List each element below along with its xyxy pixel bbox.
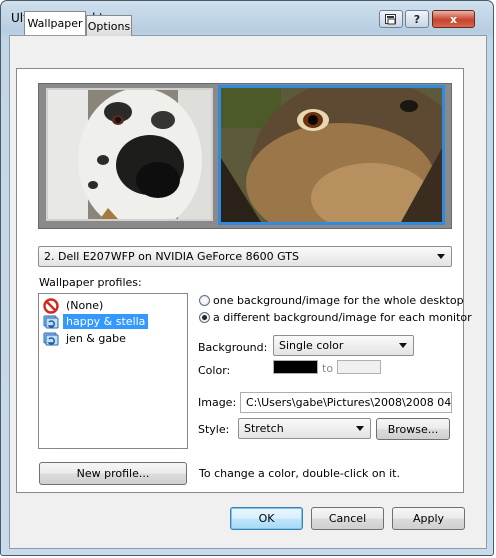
wallpaper-profile-icon xyxy=(43,314,59,330)
list-item-label: jen & gabe xyxy=(66,332,126,345)
radio-each-monitor-label[interactable]: a different background/image for each mo… xyxy=(213,311,472,324)
none-icon xyxy=(43,297,59,314)
tab-wallpaper[interactable]: Wallpaper xyxy=(24,11,86,35)
list-item-label: happy & stella xyxy=(63,314,149,329)
style-select-value: Stretch xyxy=(244,422,284,435)
tab-options[interactable]: Options xyxy=(86,15,132,36)
close-icon: x xyxy=(449,12,458,26)
cancel-button[interactable]: Cancel xyxy=(311,507,384,530)
radio-whole-desktop-label[interactable]: one background/image for the whole deskt… xyxy=(213,294,464,307)
wallpaper-profiles-list[interactable]: (None) happy & stella jen & gabe xyxy=(38,293,188,449)
radio-whole-desktop[interactable] xyxy=(199,295,210,306)
dalmatian-wallpaper-image xyxy=(48,90,211,219)
chevron-down-icon xyxy=(399,343,407,348)
wallpaper-profile-icon xyxy=(43,331,59,347)
color-hint-text: To change a color, double-click on it. xyxy=(199,467,400,480)
radio-each-monitor[interactable] xyxy=(199,312,210,323)
chevron-down-icon xyxy=(437,254,445,259)
browse-button[interactable]: Browse... xyxy=(376,418,450,440)
new-profile-button-label: New profile... xyxy=(76,467,150,480)
style-label: Style: xyxy=(198,423,230,436)
browse-button-label: Browse... xyxy=(387,422,439,436)
background-label: Background: xyxy=(198,341,268,354)
image-path-value: C:\Users\gabe\Pictures\2008\2008 04 12 y xyxy=(246,396,452,409)
list-item-label: (None) xyxy=(66,299,104,312)
color-to-label: to xyxy=(322,362,334,375)
dog-wallpaper-image xyxy=(221,88,442,222)
monitor-select[interactable]: 2. Dell E207WFP on NVIDIA GeForce 8600 G… xyxy=(38,246,452,267)
system-menu-icon[interactable] xyxy=(379,10,403,28)
list-item[interactable]: jen & gabe xyxy=(43,330,129,347)
apply-button-label: Apply xyxy=(412,512,445,525)
cancel-button-label: Cancel xyxy=(328,512,367,525)
monitor-select-value: 2. Dell E207WFP on NVIDIA GeForce 8600 G… xyxy=(44,250,299,263)
ok-button-label: OK xyxy=(258,512,275,525)
image-path-input[interactable]: C:\Users\gabe\Pictures\2008\2008 04 12 y xyxy=(240,392,452,413)
close-button[interactable]: x xyxy=(432,10,475,28)
list-item[interactable]: happy & stella xyxy=(43,313,149,330)
color-label: Color: xyxy=(198,364,231,377)
tab-options-label: Options xyxy=(87,19,131,33)
help-button[interactable]: ? xyxy=(405,10,429,28)
monitor-1-preview[interactable] xyxy=(46,88,213,221)
color-from-swatch[interactable] xyxy=(273,360,318,374)
image-label: Image: xyxy=(198,396,237,409)
wallpaper-profiles-label: Wallpaper profiles: xyxy=(39,276,142,289)
tab-wallpaper-label: Wallpaper xyxy=(27,17,83,30)
list-item[interactable]: (None) xyxy=(43,297,106,314)
new-profile-button[interactable]: New profile... xyxy=(39,462,187,485)
background-select[interactable]: Single color xyxy=(273,335,414,356)
color-to-swatch[interactable] xyxy=(337,360,381,374)
style-select[interactable]: Stretch xyxy=(238,418,371,439)
monitor-2-preview[interactable] xyxy=(218,85,445,225)
ok-button[interactable]: OK xyxy=(230,507,303,530)
background-select-value: Single color xyxy=(279,339,344,352)
apply-button[interactable]: Apply xyxy=(392,507,465,530)
help-icon: ? xyxy=(413,12,421,26)
monitor-preview xyxy=(38,83,452,229)
chevron-down-icon xyxy=(356,426,364,431)
